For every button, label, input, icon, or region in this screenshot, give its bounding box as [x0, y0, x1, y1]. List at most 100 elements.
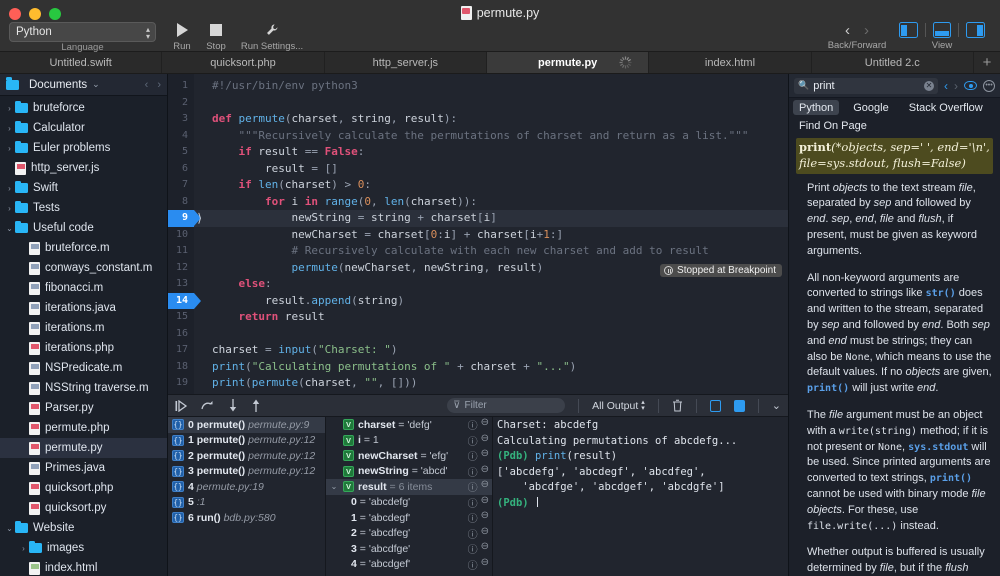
variable-row[interactable]: VnewCharset = 'efg'ⓘ⊖: [326, 448, 492, 464]
minus-icon[interactable]: ⊖: [481, 479, 489, 494]
folder-item[interactable]: ›images: [0, 538, 167, 558]
stack-frame-row[interactable]: {}3 permute() permute.py:12: [168, 464, 325, 480]
step-out-icon[interactable]: [251, 399, 261, 412]
stack-frame-row[interactable]: {}2 permute() permute.py:12: [168, 448, 325, 464]
variable-row[interactable]: ⌄Vresult = 6 itemsⓘ⊖: [326, 479, 492, 495]
line-number[interactable]: 8: [168, 194, 194, 211]
variable-row[interactable]: Vcharset = 'defg'ⓘ⊖: [326, 417, 492, 433]
doc-search-input[interactable]: 🔍 print ✕: [794, 78, 938, 94]
chevron-down-icon[interactable]: ⌄: [4, 524, 15, 533]
minus-icon[interactable]: ⊖: [481, 495, 489, 510]
chevron-down-icon[interactable]: ⌄: [329, 482, 339, 491]
variable-row[interactable]: 0 = 'abcdefg'ⓘ⊖: [326, 495, 492, 511]
chevron-right-icon[interactable]: ›: [4, 124, 15, 133]
line-number[interactable]: 18: [168, 359, 194, 376]
file-item[interactable]: permute.php: [0, 418, 167, 438]
minus-icon[interactable]: ⊖: [481, 417, 489, 432]
code-line[interactable]: if result == False:: [212, 144, 788, 161]
chevron-down-icon[interactable]: ⌄: [4, 224, 15, 233]
line-number[interactable]: 16: [168, 326, 194, 343]
code-line[interactable]: print(permute(charset, "", [])): [212, 375, 788, 392]
chevron-right-icon[interactable]: ›: [4, 204, 15, 213]
code-line[interactable]: newCharset = charset[0:i] + charset[i+1:…: [212, 227, 788, 244]
line-number[interactable]: 2: [168, 95, 194, 112]
folder-item[interactable]: ›Tests: [0, 198, 167, 218]
variable-row[interactable]: 1 = 'abcdegf'ⓘ⊖: [326, 510, 492, 526]
sidebar-back-icon[interactable]: ‹: [145, 79, 149, 91]
info-icon[interactable]: ⓘ: [468, 541, 478, 556]
code-editor[interactable]: 1#!/usr/bin/env python323def permute(cha…: [168, 74, 788, 394]
file-item[interactable]: Parser.py: [0, 398, 167, 418]
file-item[interactable]: iterations.java: [0, 298, 167, 318]
more-options-icon[interactable]: •••: [983, 80, 995, 92]
code-line[interactable]: #!/usr/bin/env python3: [212, 78, 788, 95]
minus-icon[interactable]: ⊖: [481, 510, 489, 525]
code-line[interactable]: """Recursively calculate the permutation…: [212, 128, 788, 145]
console-output[interactable]: Charset: abcdefgCalculating permutations…: [493, 417, 788, 576]
minus-icon[interactable]: ⊖: [481, 448, 489, 463]
folder-item[interactable]: ⌄Website: [0, 518, 167, 538]
line-number[interactable]: 9: [168, 210, 194, 227]
info-icon[interactable]: ⓘ: [468, 448, 478, 463]
code-line[interactable]: result = []: [212, 161, 788, 178]
code-line[interactable]: else:: [212, 276, 788, 293]
minus-icon[interactable]: ⊖: [481, 464, 489, 479]
file-item[interactable]: conways_constant.m: [0, 258, 167, 278]
eye-icon[interactable]: [964, 81, 977, 90]
minus-icon[interactable]: ⊖: [481, 541, 489, 556]
toggle-bottom-panel-icon[interactable]: [933, 22, 952, 38]
doc-source-stack-overflow[interactable]: Stack Overflow: [903, 100, 989, 115]
tab-untitled-swift[interactable]: Untitled.swift: [0, 52, 162, 73]
doc-source-google[interactable]: Google: [847, 100, 894, 115]
minus-icon[interactable]: ⊖: [481, 557, 489, 572]
stack-frame-row[interactable]: {}6 run() bdb.py:580: [168, 510, 325, 526]
minus-icon[interactable]: ⊖: [481, 526, 489, 541]
toggle-right-panel-icon[interactable]: [966, 22, 985, 38]
toggle-left-panel-icon[interactable]: [899, 22, 918, 38]
tab-permute-py[interactable]: permute.py: [487, 52, 649, 73]
line-number[interactable]: 19: [168, 375, 194, 392]
stack-frame-row[interactable]: {}5 :1: [168, 495, 325, 511]
doc-source-find-on-page[interactable]: Find On Page: [793, 118, 873, 133]
file-item[interactable]: permute.py: [0, 438, 167, 458]
info-icon[interactable]: ⓘ: [468, 464, 478, 479]
code-line[interactable]: [212, 95, 788, 112]
line-number[interactable]: 12: [168, 260, 194, 277]
line-number[interactable]: 14: [168, 293, 194, 310]
code-line[interactable]: newString = string + charset[i]: [212, 210, 788, 227]
file-item[interactable]: http_server.js: [0, 158, 167, 178]
code-line[interactable]: return result: [212, 309, 788, 326]
back-button[interactable]: ‹: [845, 22, 850, 39]
info-icon[interactable]: ⓘ: [468, 510, 478, 525]
tab-index-html[interactable]: index.html: [649, 52, 811, 73]
file-item[interactable]: NSPredicate.m: [0, 358, 167, 378]
trash-icon[interactable]: [672, 399, 683, 412]
variable-row[interactable]: 3 = 'abcdfge'ⓘ⊖: [326, 541, 492, 557]
tab-http-server-js[interactable]: http_server.js: [325, 52, 487, 73]
folder-item[interactable]: ⌄Useful code: [0, 218, 167, 238]
file-item[interactable]: fibonacci.m: [0, 278, 167, 298]
code-line[interactable]: [212, 326, 788, 343]
code-line[interactable]: if len(charset) > 0:: [212, 177, 788, 194]
folder-item[interactable]: ›Calculator: [0, 118, 167, 138]
code-line[interactable]: print("Calculating permutations of " + c…: [212, 359, 788, 376]
code-line[interactable]: for i in range(0, len(charset)):: [212, 194, 788, 211]
line-number[interactable]: 5: [168, 144, 194, 161]
chevron-right-icon[interactable]: ›: [4, 184, 15, 193]
stack-frame-row[interactable]: {}1 permute() permute.py:12: [168, 433, 325, 449]
forward-button[interactable]: ›: [864, 22, 869, 39]
file-item[interactable]: bruteforce.m: [0, 238, 167, 258]
doc-back-icon[interactable]: ‹: [944, 79, 948, 93]
variable-row[interactable]: 4 = 'abcdgef'ⓘ⊖: [326, 557, 492, 573]
chevron-right-icon[interactable]: ›: [4, 144, 15, 153]
doc-forward-icon[interactable]: ›: [954, 79, 958, 93]
line-number[interactable]: 7: [168, 177, 194, 194]
file-item[interactable]: quicksort.py: [0, 498, 167, 518]
output-filter-select[interactable]: All Output ▴▾: [592, 400, 645, 412]
chevron-down-icon[interactable]: ⌄: [92, 79, 100, 90]
doc-source-python[interactable]: Python: [793, 100, 839, 115]
line-number[interactable]: 17: [168, 342, 194, 359]
file-item[interactable]: index.html: [0, 558, 167, 576]
file-item[interactable]: NSString traverse.m: [0, 378, 167, 398]
code-line[interactable]: # Recursively calculate with each new ch…: [212, 243, 788, 260]
